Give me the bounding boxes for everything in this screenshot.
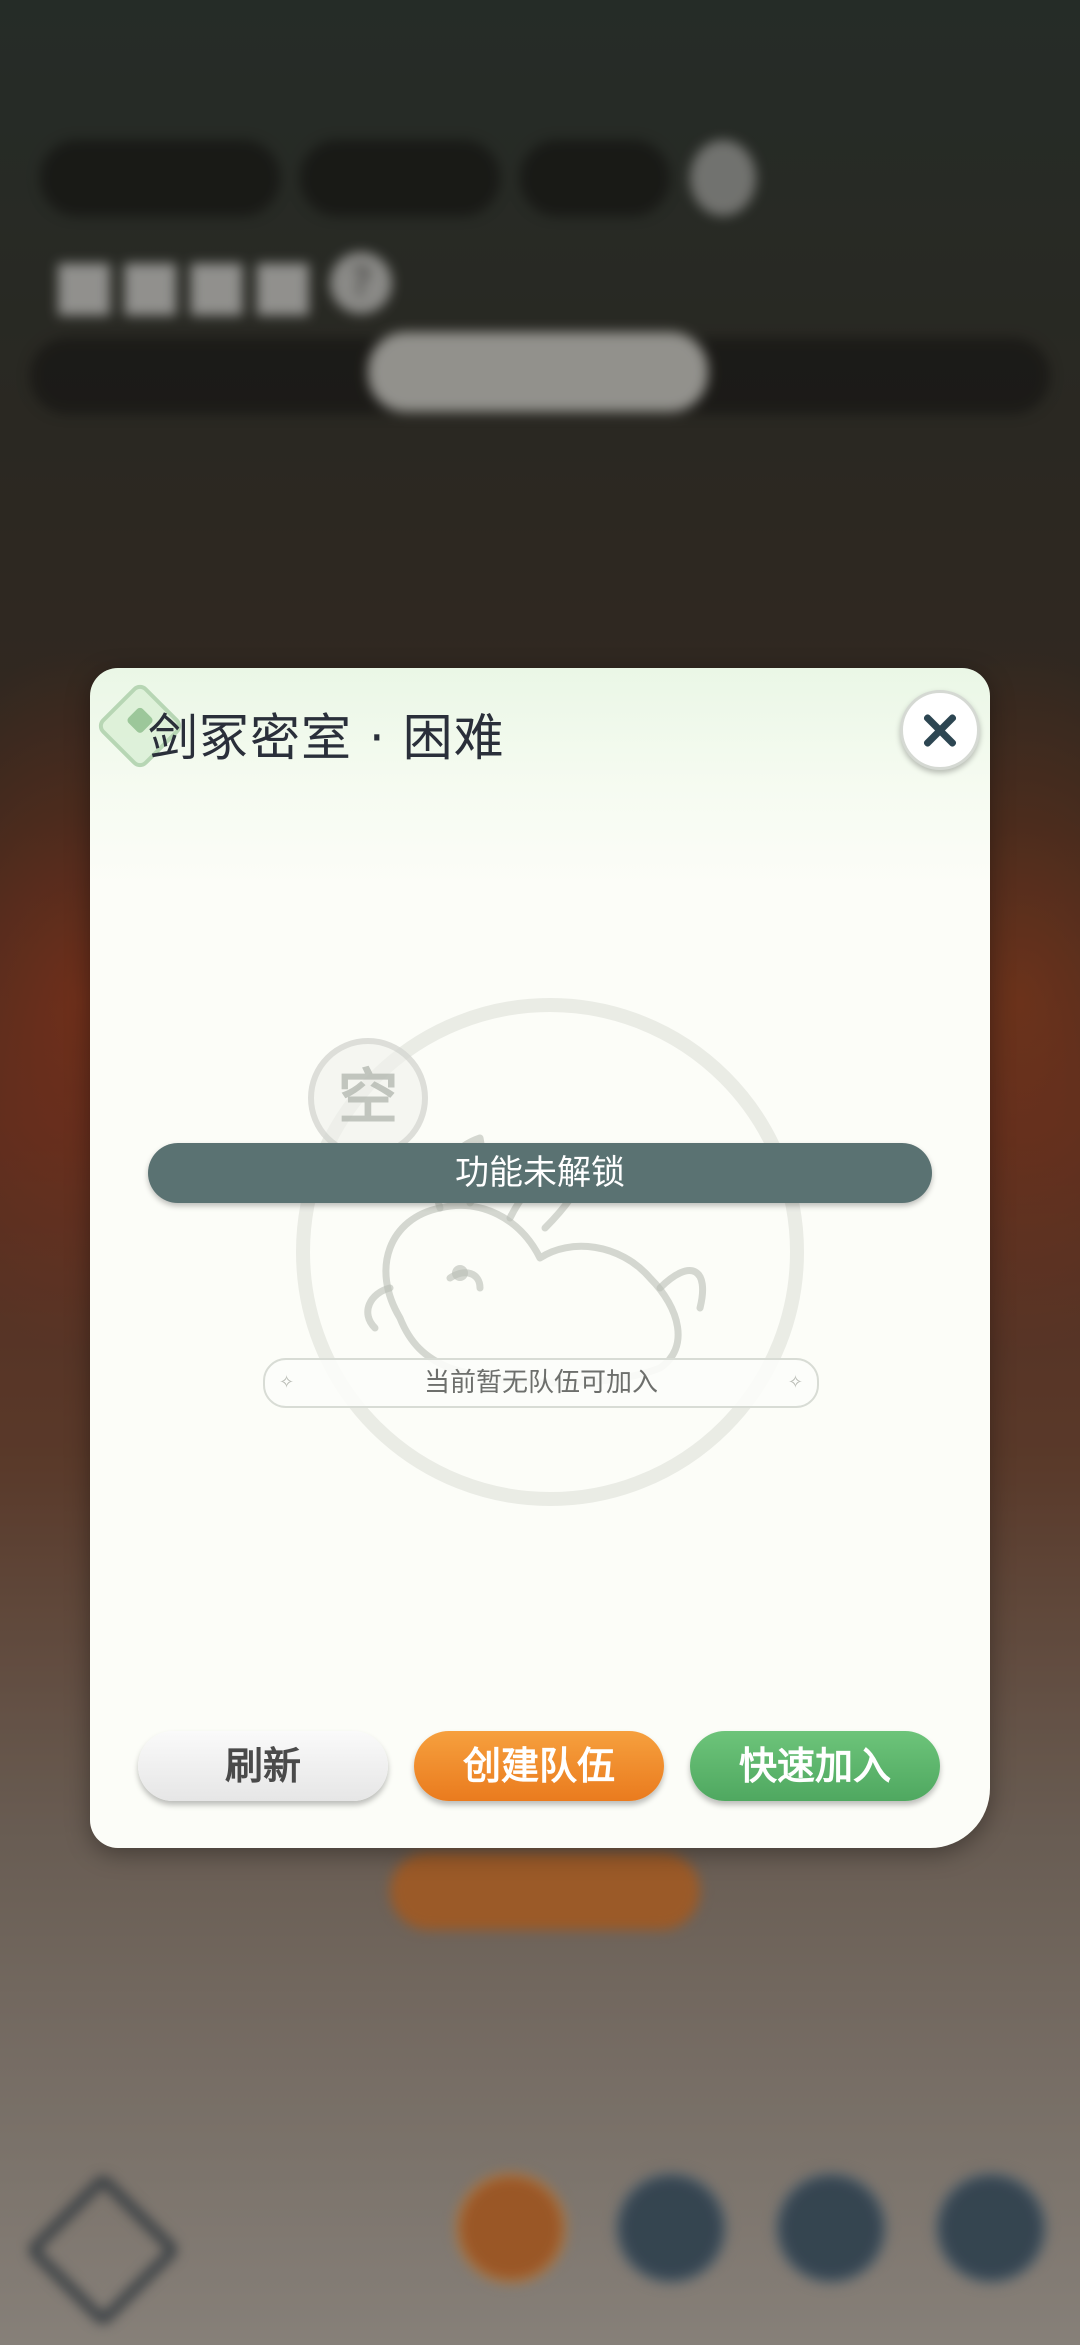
refresh-button[interactable]: 刷新 — [138, 1731, 388, 1801]
empty-team-text: 当前暂无队伍可加入 — [423, 1368, 658, 1398]
sparkle-icon: ✧ — [787, 1372, 803, 1393]
empty-team-label: ✧ 当前暂无队伍可加入 ✧ — [263, 1358, 819, 1408]
create-team-button[interactable]: 创建队伍 — [414, 1731, 664, 1801]
close-icon[interactable] — [900, 690, 980, 770]
locked-message-bar: 功能未解锁 — [148, 1143, 932, 1203]
sparkle-icon: ✧ — [279, 1372, 295, 1393]
quick-join-button[interactable]: 快速加入 — [690, 1731, 940, 1801]
team-dialog: 剑冢密室 · 困难 空 功能未解锁 ✧ 当前暂无队伍可加入 ✧ 刷新 创建队伍 … — [90, 668, 990, 1848]
dialog-title: 剑冢密室 · 困难 — [148, 709, 505, 767]
